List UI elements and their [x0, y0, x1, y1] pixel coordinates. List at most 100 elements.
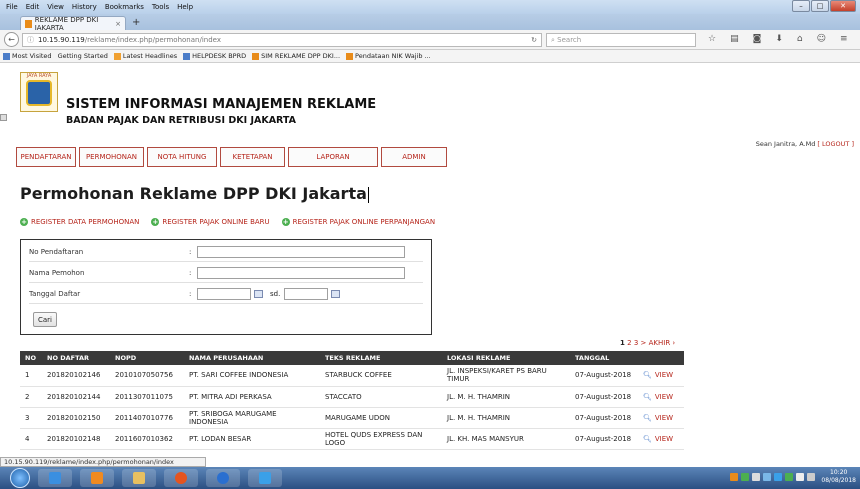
menu-history[interactable]: History	[72, 3, 97, 11]
nama-pemohon-input[interactable]	[197, 267, 405, 279]
bookmark-helpdesk[interactable]: HELPDESK BPRD	[183, 52, 246, 60]
pocket-icon[interactable]: ◙	[753, 34, 762, 44]
register-data-permohonan-link[interactable]: + REGISTER DATA PERMOHONAN	[20, 218, 139, 226]
start-button-icon[interactable]	[10, 468, 30, 488]
col-teks-reklame: TEKS REKLAME	[320, 351, 442, 365]
url-bar[interactable]: ⓘ 10.15.90.119 /reklame/index.php/permoh…	[22, 33, 542, 47]
taskbar-media-icon[interactable]	[80, 469, 114, 487]
col-no-daftar: NO DAFTAR	[42, 351, 110, 365]
tray-green-icon[interactable]	[741, 473, 750, 481]
menu-file[interactable]: File	[6, 3, 18, 11]
no-pendaftaran-input[interactable]	[197, 246, 405, 258]
clock-time: 10:20	[830, 469, 848, 476]
page-title: Permohonan Reklame DPP DKI Jakarta	[20, 184, 369, 203]
cell-nama-perusahaan: PT. LODAN BESAR	[184, 428, 320, 450]
bookmark-pendataan-nik[interactable]: Pendataan NIK Wajib ...	[346, 52, 431, 60]
cell-no-daftar: 201820102150	[42, 407, 110, 429]
hamburger-menu-icon[interactable]: ≡	[840, 34, 848, 44]
nav-laporan[interactable]: LAPORAN	[288, 147, 378, 167]
cell-nama-perusahaan: PT. MITRA ADI PERKASA	[184, 386, 320, 408]
tray-flag-icon[interactable]	[763, 473, 772, 481]
download-icon[interactable]: ⬇	[775, 34, 783, 44]
navigation-bar: ← ⓘ 10.15.90.119 /reklame/index.php/perm…	[0, 30, 860, 50]
info-icon[interactable]: ⓘ	[27, 35, 34, 45]
taskbar-firefox-icon[interactable]	[164, 469, 198, 487]
search-placeholder: Search	[557, 36, 582, 44]
view-link[interactable]: 🔍︎ VIEW	[638, 407, 684, 429]
tray-status-icon[interactable]	[785, 473, 794, 481]
menu-bookmarks[interactable]: Bookmarks	[105, 3, 144, 11]
col-tanggal: TANGGAL	[570, 351, 638, 365]
close-window-icon[interactable]: ✕	[830, 0, 856, 12]
cell-nopd: 2011307011075	[110, 386, 184, 408]
home-icon[interactable]: ⌂	[797, 34, 803, 44]
label-tanggal-daftar: Tanggal Daftar	[29, 290, 81, 298]
close-tab-icon[interactable]: ×	[115, 20, 121, 28]
logo-text: JAYA RAYA	[26, 73, 52, 79]
logout-link[interactable]: [ LOGOUT ]	[817, 140, 854, 148]
url-path: /reklame/index.php/permohonan/index	[84, 36, 221, 44]
bookmark-most-visited[interactable]: Most Visited	[3, 52, 52, 60]
sync-icon[interactable]: ☺	[817, 34, 826, 44]
tray-app-icon[interactable]	[774, 473, 783, 481]
page-icon	[0, 114, 7, 121]
taskbar-edge-icon[interactable]	[248, 469, 282, 487]
cell-lokasi-reklame: JL. KH. MAS MANSYUR	[442, 428, 570, 450]
taskbar-app-icon[interactable]	[206, 469, 240, 487]
view-link[interactable]: 🔍︎ VIEW	[638, 386, 684, 408]
page-3-link[interactable]: 3	[634, 339, 638, 347]
page-2-link[interactable]: 2	[627, 339, 631, 347]
bookmark-getting-started[interactable]: Getting Started	[0, 52, 108, 121]
reload-icon[interactable]: ↻	[531, 36, 537, 44]
jakarta-logo: JAYA RAYA	[20, 72, 58, 112]
back-icon[interactable]: ←	[4, 32, 19, 47]
page-last-link[interactable]: AKHIR ›	[649, 339, 676, 347]
bookmark-latest-headlines[interactable]: Latest Headlines	[113, 52, 177, 60]
user-name: Sean Janitra, A.Md	[755, 140, 816, 148]
action-center-icon[interactable]	[807, 473, 816, 481]
reading-list-icon[interactable]: ▤	[730, 34, 739, 44]
cell-tanggal: 07-August-2018	[570, 386, 638, 408]
new-tab-icon[interactable]: +	[132, 17, 140, 28]
page-next-link[interactable]: >	[641, 339, 647, 347]
nav-ketetapan[interactable]: KETETAPAN	[220, 147, 285, 167]
calendar-icon[interactable]	[331, 290, 341, 298]
bookmark-sim-reklame[interactable]: SIM REKLAME DPP DKI...	[252, 52, 340, 60]
nav-admin[interactable]: ADMIN	[381, 147, 447, 167]
taskbar-ie-icon[interactable]	[38, 469, 72, 487]
taskbar-clock[interactable]: 10:20 08/08/2018	[821, 469, 856, 485]
view-link[interactable]: 🔍︎ VIEW	[638, 428, 684, 450]
bookmark-star-icon[interactable]: ☆	[708, 34, 716, 44]
menu-edit[interactable]: Edit	[26, 3, 40, 11]
tray-orange-icon[interactable]	[730, 473, 739, 481]
search-input[interactable]: ⌕ Search	[546, 33, 696, 47]
cari-button[interactable]: Cari	[33, 312, 57, 327]
cell-teks-reklame: MARUGAME UDON	[320, 407, 442, 429]
calendar-icon[interactable]	[254, 290, 263, 298]
taskbar-explorer-icon[interactable]	[122, 469, 156, 487]
maximize-icon[interactable]: □	[811, 0, 829, 12]
cell-no-daftar: 201820102148	[42, 428, 110, 450]
sim-reklame-icon	[252, 52, 260, 60]
tanggal-from-input[interactable]	[197, 288, 251, 300]
menu-view[interactable]: View	[47, 3, 64, 11]
menu-tools[interactable]: Tools	[152, 3, 169, 11]
menu-help[interactable]: Help	[177, 3, 193, 11]
volume-icon[interactable]	[796, 473, 805, 481]
nav-pendaftaran[interactable]: PENDAFTARAN	[16, 147, 76, 167]
magnifier-icon: 🔍︎	[643, 434, 652, 443]
cell-tanggal: 07-August-2018	[570, 365, 638, 387]
nav-nota-hitung[interactable]: NOTA HITUNG	[147, 147, 217, 167]
register-pajak-online-baru-link[interactable]: + REGISTER PAJAK ONLINE BARU	[151, 218, 270, 226]
nav-permohonan[interactable]: PERMOHONAN	[79, 147, 144, 167]
user-info: Sean Janitra, A.Md [ LOGOUT ]	[756, 140, 854, 148]
browser-tab[interactable]: REKLAME DPP DKI JAKARTA ×	[20, 16, 126, 32]
tanggal-to-input[interactable]	[284, 288, 329, 300]
tray-network-icon[interactable]	[752, 473, 761, 481]
register-pajak-online-perpanjangan-link[interactable]: + REGISTER PAJAK ONLINE PERPANJANGAN	[281, 218, 435, 226]
label-nama-pemohon: Nama Pemohon	[29, 269, 85, 277]
system-subtitle: BADAN PAJAK DAN RETRIBUSI DKI JAKARTA	[66, 115, 297, 126]
minimize-icon[interactable]: –	[792, 0, 810, 12]
permohonan-table: NO NO DAFTAR NOPD NAMA PERUSAHAAN TEKS R…	[20, 351, 684, 450]
view-link[interactable]: 🔍︎ VIEW	[638, 365, 684, 387]
